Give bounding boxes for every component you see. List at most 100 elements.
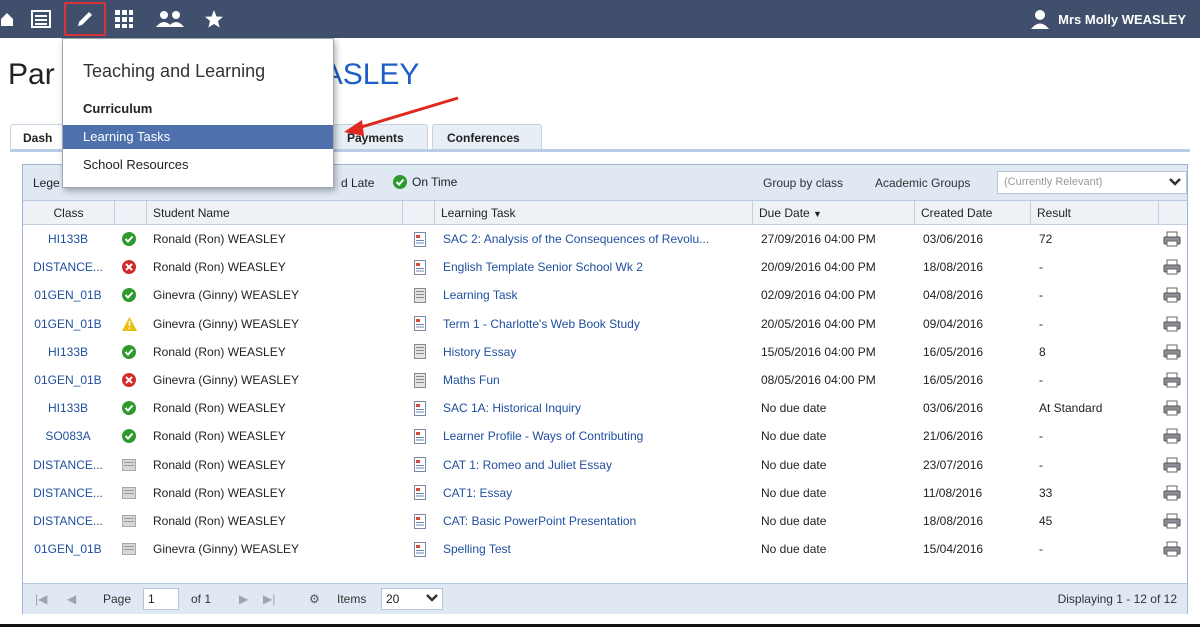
cell-learning-task-link[interactable]: Learning Task (443, 281, 753, 309)
user-icon (1031, 10, 1050, 29)
cell-learning-task-link[interactable]: SAC 2: Analysis of the Consequences of R… (443, 225, 753, 253)
col-student[interactable]: Student Name (147, 201, 403, 225)
print-icon[interactable] (1161, 479, 1183, 507)
cell-result: - (1039, 457, 1043, 472)
table-row[interactable]: HI133B Ronald (Ron) WEASLEY SAC 1A: Histor… (23, 394, 1187, 422)
cell-learning-task-link[interactable]: English Template Senior School Wk 2 (443, 253, 753, 281)
cell-learning-task-link[interactable]: SAC 1A: Historical Inquiry (443, 394, 753, 422)
cell-class[interactable]: 01GEN_01B (23, 281, 113, 309)
cell-created-date: 18/08/2016 (923, 260, 984, 275)
table-row[interactable]: 01GEN_01B Ginevra (Ginny) WEASLEY Learning… (23, 281, 1187, 309)
task-document-icon[interactable] (411, 394, 429, 422)
print-icon[interactable] (1161, 535, 1183, 563)
last-page-icon[interactable]: ▶| (263, 592, 275, 606)
task-document-icon[interactable] (411, 535, 429, 563)
col-due-date[interactable]: Due Date ▼ (753, 201, 915, 225)
group-by-class-toggle[interactable]: Group by class (763, 176, 843, 190)
on-time-icon (119, 338, 139, 366)
table-row[interactable]: 01GEN_01B Ginevra (Ginny) WEASLEY Maths Fu… (23, 366, 1187, 394)
cell-result: At Standard (1039, 401, 1103, 416)
table-row[interactable]: DISTANCE... Ronald (Ron) WEASLEY CAT1: Ess… (23, 479, 1187, 507)
cell-class[interactable]: HI133B (23, 225, 113, 253)
task-document-icon[interactable] (411, 451, 429, 479)
cell-learning-task-link[interactable]: Spelling Test (443, 535, 753, 563)
pencil-icon[interactable] (64, 2, 106, 36)
items-per-page-select[interactable]: 20 (381, 588, 443, 610)
print-icon[interactable] (1161, 310, 1183, 338)
task-document-icon[interactable] (411, 281, 429, 309)
cell-class[interactable]: 01GEN_01B (23, 366, 113, 394)
table-row[interactable]: DISTANCE... Ronald (Ron) WEASLEY English T… (23, 253, 1187, 281)
grid-icon[interactable] (112, 0, 136, 38)
print-icon[interactable] (1161, 451, 1183, 479)
home-icon[interactable] (0, 0, 14, 38)
cell-learning-task-link[interactable]: CAT: Basic PowerPoint Presentation (443, 507, 753, 535)
col-created[interactable]: Created Date (915, 201, 1031, 225)
page-title-prefix: Par (8, 58, 55, 91)
table-row[interactable]: DISTANCE... Ronald (Ron) WEASLEY CAT 1: Ro… (23, 451, 1187, 479)
task-document-icon[interactable] (411, 507, 429, 535)
cell-class[interactable]: DISTANCE... (23, 451, 113, 479)
cell-learning-task-link[interactable]: Learner Profile - Ways of Contributing (443, 422, 753, 450)
menu-item-learning-tasks[interactable]: Learning Tasks (63, 125, 333, 149)
cell-due-date: 27/09/2016 04:00 PM (761, 232, 876, 246)
print-icon[interactable] (1161, 507, 1183, 535)
print-icon[interactable] (1161, 253, 1183, 281)
cell-class[interactable]: DISTANCE... (23, 253, 113, 281)
cell-student-name: Ronald (Ron) WEASLEY (153, 429, 286, 444)
task-document-icon[interactable] (411, 338, 429, 366)
page-input[interactable]: 1 (143, 588, 179, 610)
table-row[interactable]: SO083A Ronald (Ron) WEASLEY Learner Profil… (23, 422, 1187, 450)
items-per-page-value: 20 (386, 592, 400, 606)
task-document-icon[interactable] (411, 422, 429, 450)
col-result[interactable]: Result (1031, 201, 1159, 225)
cell-class[interactable]: DISTANCE... (23, 479, 113, 507)
print-icon[interactable] (1161, 366, 1183, 394)
people-icon[interactable] (152, 0, 188, 38)
print-icon[interactable] (1161, 394, 1183, 422)
first-page-icon[interactable]: |◀ (35, 592, 47, 606)
cell-learning-task-link[interactable]: CAT 1: Romeo and Juliet Essay (443, 451, 753, 479)
cell-learning-task-link[interactable]: CAT1: Essay (443, 479, 753, 507)
table-row[interactable]: HI133B Ronald (Ron) WEASLEY History Essay 1… (23, 338, 1187, 366)
table-row[interactable]: 01GEN_01B Ginevra (Ginny) WEASLEY Spelling… (23, 535, 1187, 563)
print-icon[interactable] (1161, 225, 1183, 253)
print-icon[interactable] (1161, 338, 1183, 366)
legend-label: Lege (33, 176, 60, 190)
user-menu[interactable]: Mrs Molly WEASLEY (1030, 0, 1186, 38)
prev-page-icon[interactable]: ◀ (67, 592, 76, 606)
cell-class[interactable]: HI133B (23, 394, 113, 422)
refresh-icon[interactable]: ⚙ (309, 592, 320, 606)
table-row[interactable]: HI133B Ronald (Ron) WEASLEY SAC 2: Analysi… (23, 225, 1187, 253)
col-class[interactable]: Class (23, 201, 115, 225)
calendar-icon[interactable] (28, 0, 54, 38)
cell-due-date: 08/05/2016 04:00 PM (761, 373, 876, 387)
academic-groups-select[interactable]: (Currently Relevant) (997, 171, 1187, 194)
table-row[interactable]: 01GEN_01B Ginevra (Ginny) WEASLEY Term 1 -… (23, 310, 1187, 338)
cell-learning-task-link[interactable]: History Essay (443, 338, 753, 366)
task-document-icon[interactable] (411, 310, 429, 338)
task-document-icon[interactable] (411, 225, 429, 253)
cell-class[interactable]: DISTANCE... (23, 507, 113, 535)
table-row[interactable]: DISTANCE... Ronald (Ron) WEASLEY CAT: Basi… (23, 507, 1187, 535)
cell-class[interactable]: SO083A (23, 422, 113, 450)
tab-dashboard[interactable]: Dash (10, 124, 70, 150)
cell-class[interactable]: HI133B (23, 338, 113, 366)
cell-learning-task-link[interactable]: Maths Fun (443, 366, 753, 394)
task-document-icon[interactable] (411, 253, 429, 281)
cell-class[interactable]: 01GEN_01B (23, 310, 113, 338)
cell-learning-task-link[interactable]: Term 1 - Charlotte's Web Book Study (443, 310, 753, 338)
menu-item-school-resources[interactable]: School Resources (63, 153, 333, 177)
print-icon[interactable] (1161, 281, 1183, 309)
cell-created-date: 09/04/2016 (923, 316, 984, 331)
col-task[interactable]: Learning Task (435, 201, 753, 225)
cell-student-name: Ronald (Ron) WEASLEY (153, 232, 286, 246)
print-icon[interactable] (1161, 422, 1183, 450)
star-icon[interactable] (200, 0, 228, 38)
cell-due-date: No due date (761, 401, 827, 416)
cell-class[interactable]: 01GEN_01B (23, 535, 113, 563)
cell-created-date: 15/04/2016 (923, 542, 984, 557)
next-page-icon[interactable]: ▶ (239, 592, 248, 606)
task-document-icon[interactable] (411, 366, 429, 394)
task-document-icon[interactable] (411, 479, 429, 507)
